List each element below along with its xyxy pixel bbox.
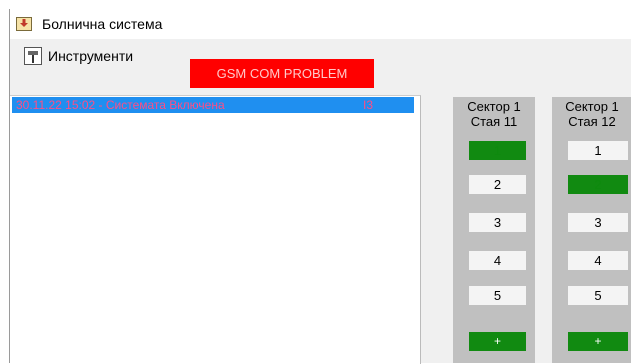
room-name: Стая 11 — [470, 114, 518, 129]
app-window: Болнична система Инструменти GSM COM PRO… — [9, 9, 631, 364]
bed-button-5[interactable]: 5 — [469, 286, 526, 305]
bed-button-2[interactable]: 2 — [469, 175, 526, 194]
sector-title: Сектор 1 Стая 12 — [552, 99, 631, 129]
tools-menu-label: Инструменти — [48, 48, 134, 64]
bed-button-3[interactable]: 3 — [469, 213, 526, 232]
sector-panel-room-11: Сектор 1 Стая 11 1 2 3 4 5 + — [453, 97, 535, 363]
event-code: I3 — [363, 98, 374, 112]
event-text: 30.11.22 15:02 - Системата Включена — [16, 98, 225, 112]
top-edge-strip — [0, 0, 631, 9]
add-bed-button[interactable]: + — [469, 332, 526, 351]
bed-button-5[interactable]: 5 — [568, 286, 628, 305]
tools-icon — [24, 47, 42, 65]
toolbar: Инструменти GSM COM PROBLEM — [10, 39, 631, 88]
title-bar: Болнична система — [10, 9, 631, 39]
event-list[interactable]: 30.11.22 15:02 - Системата Включена I3 — [10, 95, 421, 364]
bed-button-4[interactable]: 4 — [469, 251, 526, 270]
bed-button-1[interactable]: 1 — [568, 141, 628, 160]
sector-panel-room-12: Сектор 1 Стая 12 1 2 3 4 5 + — [552, 97, 631, 363]
bed-button-2[interactable]: 2 — [568, 175, 628, 194]
bed-button-4[interactable]: 4 — [568, 251, 628, 270]
bed-button-3[interactable]: 3 — [568, 213, 628, 232]
sector-name: Сектор 1 — [467, 99, 521, 114]
tools-menu-button[interactable]: Инструменти — [24, 45, 133, 67]
gsm-alert-badge[interactable]: GSM COM PROBLEM — [190, 59, 374, 88]
window-title: Болнична система — [42, 16, 163, 32]
add-bed-button[interactable]: + — [568, 332, 628, 351]
app-icon — [16, 17, 32, 31]
event-row[interactable]: 30.11.22 15:02 - Системата Включена I3 — [12, 97, 414, 113]
bed-button-1[interactable]: 1 — [469, 141, 526, 160]
sector-title: Сектор 1 Стая 11 — [453, 99, 535, 129]
room-name: Стая 12 — [568, 114, 616, 129]
sector-name: Сектор 1 — [565, 99, 619, 114]
